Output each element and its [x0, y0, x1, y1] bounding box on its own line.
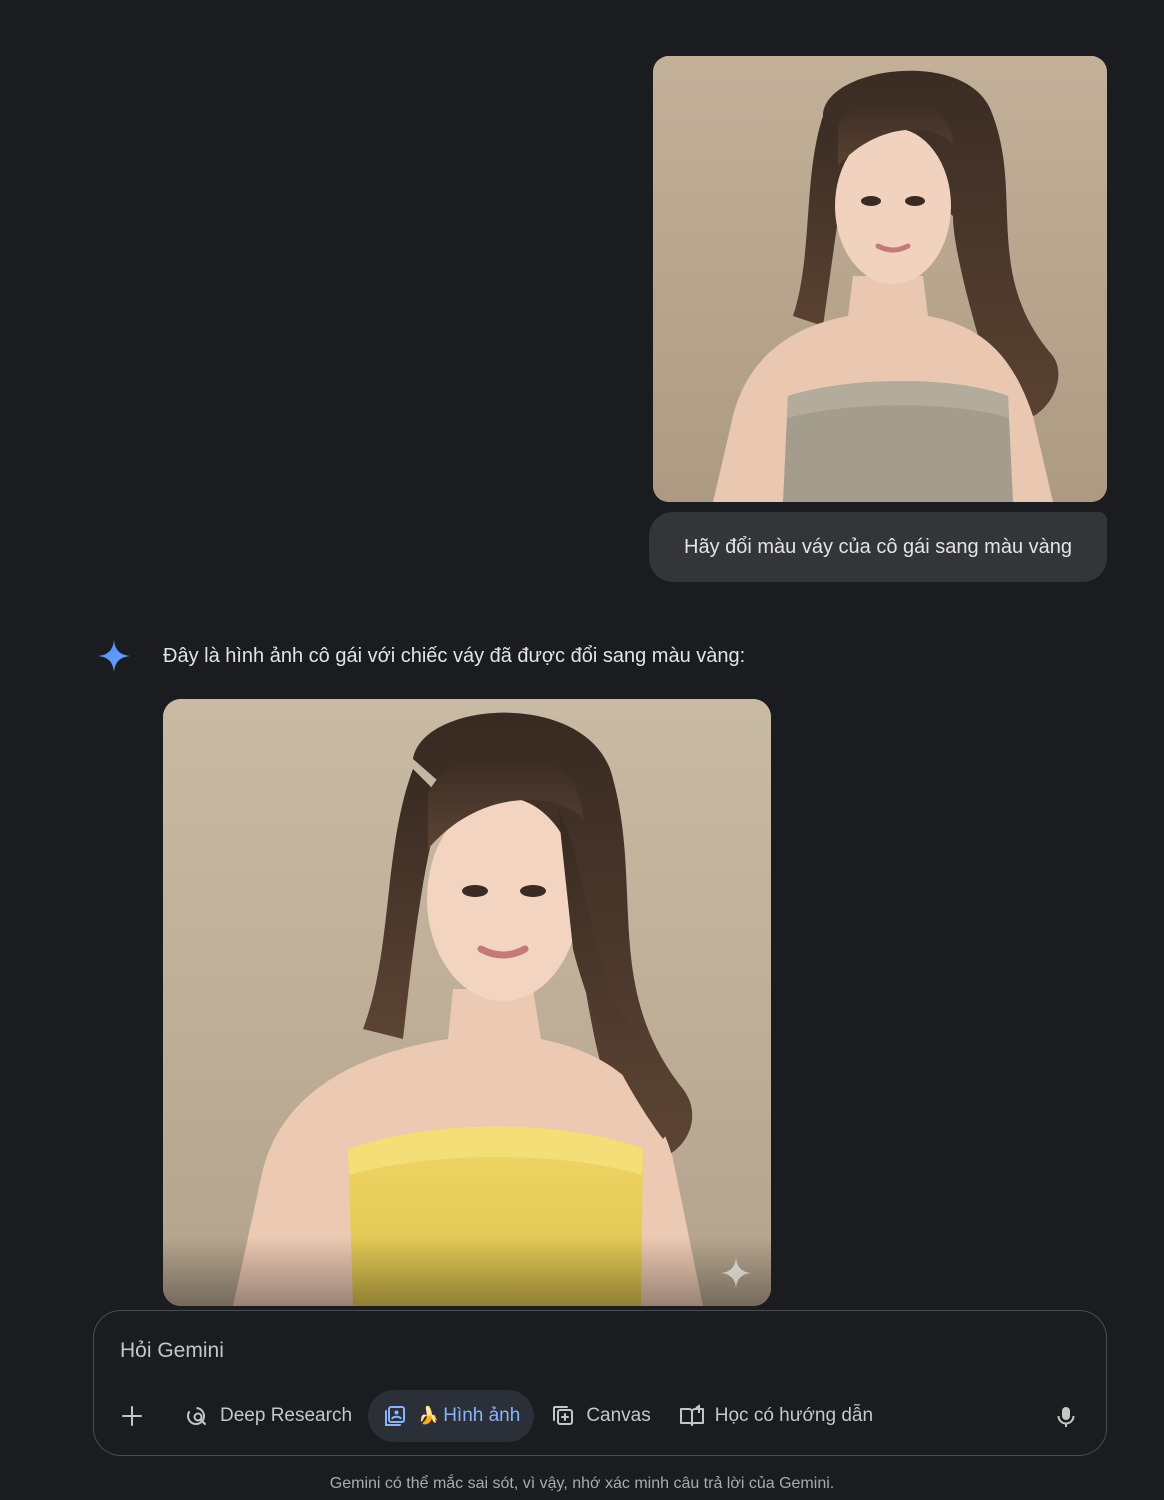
microphone-button[interactable] — [1046, 1397, 1086, 1437]
user-photo-illustration — [653, 56, 1107, 502]
gemini-watermark-icon — [719, 1256, 753, 1290]
microphone-icon — [1057, 1407, 1075, 1427]
tool-deep-research-label: Deep Research — [220, 1405, 353, 1426]
gemini-spark-icon — [96, 638, 132, 674]
deep-research-icon — [184, 1403, 210, 1429]
add-attachment-button[interactable] — [110, 1394, 154, 1438]
tool-deep-research-button[interactable]: Deep Research — [172, 1390, 364, 1442]
tool-guided-learning-button[interactable]: Học có hướng dẫn — [667, 1390, 885, 1442]
chat-page: Hãy đổi màu váy của cô gái sang màu vàng… — [0, 0, 1164, 1500]
image-bottom-fade — [163, 1236, 771, 1306]
footer-disclaimer: Gemini có thể mắc sai sót, vì vậy, nhớ x… — [329, 1475, 835, 1492]
generated-image[interactable] — [163, 699, 771, 1306]
model-response-text: Đây là hình ảnh cô gái với chiếc váy đã … — [163, 645, 746, 667]
banana-icon: 🍌 — [418, 1406, 440, 1425]
prompt-input[interactable] — [120, 1335, 1020, 1367]
tool-image-button[interactable]: 🍌 Hình ảnh — [368, 1390, 535, 1442]
user-uploaded-image[interactable] — [653, 56, 1107, 502]
tool-canvas-button[interactable]: Canvas — [538, 1390, 662, 1442]
tool-image-label: Hình ảnh — [443, 1405, 521, 1426]
prompt-composer: Deep Research 🍌 Hình ảnh — [93, 1310, 1107, 1456]
image-icon — [382, 1403, 408, 1429]
book-icon — [679, 1403, 705, 1429]
user-message-text: Hãy đổi màu váy của cô gái sang màu vàng — [684, 535, 1072, 558]
composer-toolbar: Deep Research 🍌 Hình ảnh Canvas Học có h… — [110, 1389, 889, 1443]
tool-guided-learning-label: Học có hướng dẫn — [714, 1405, 874, 1426]
canvas-icon — [550, 1403, 576, 1429]
plus-icon — [122, 1406, 142, 1426]
tool-canvas-label: Canvas — [586, 1405, 651, 1426]
user-message-bubble: Hãy đổi màu váy của cô gái sang màu vàng — [649, 512, 1107, 582]
generated-photo-illustration — [163, 699, 771, 1306]
